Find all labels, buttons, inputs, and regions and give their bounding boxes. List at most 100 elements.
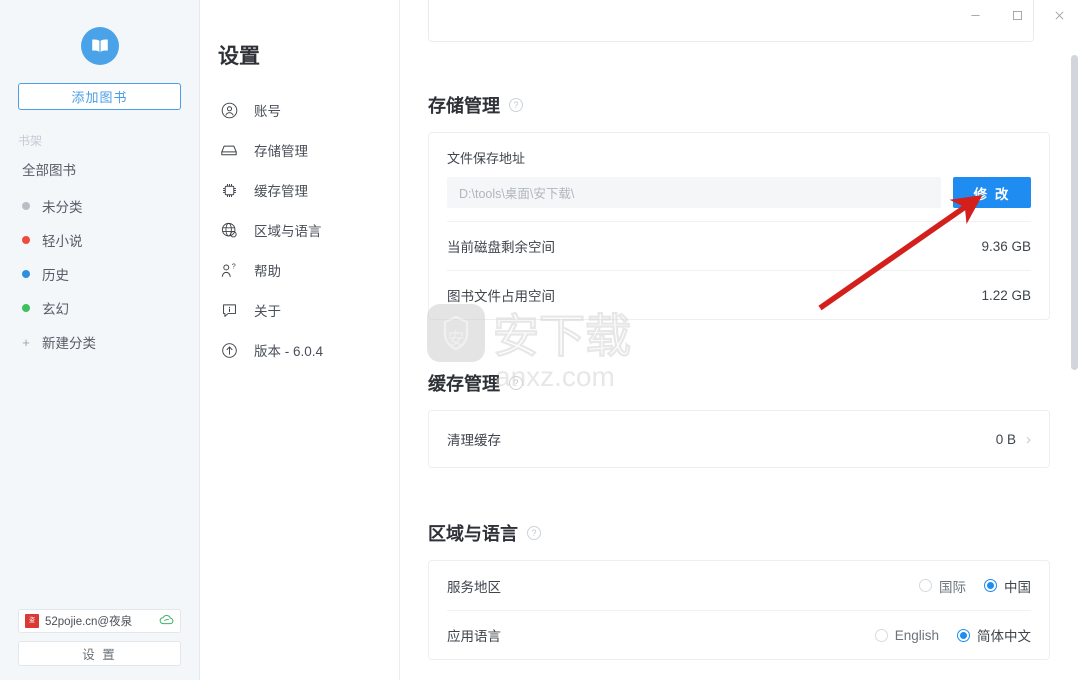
scrollbar-thumb[interactable] — [1071, 55, 1078, 370]
sidebar-item-all-books[interactable]: 全部图书 — [22, 159, 199, 179]
settings-nav-item-about[interactable]: 关于 — [218, 290, 399, 330]
app-language-option-english[interactable]: English — [874, 627, 939, 643]
plus-icon: + — [22, 334, 30, 350]
modify-path-button[interactable]: 修 改 — [953, 177, 1031, 208]
settings-nav-label: 账号 — [254, 104, 281, 119]
chevron-right-icon: › — [1026, 430, 1031, 448]
row-label: 当前磁盘剩余空间 — [447, 240, 555, 255]
category-label: 轻小说 — [42, 234, 83, 249]
update-arrow-icon — [218, 339, 240, 361]
row-label: 清理缓存 — [447, 433, 501, 448]
settings-nav-item-storage[interactable]: 存储管理 — [218, 130, 399, 170]
app-language-row: 应用语言 English 简体中文 — [447, 610, 1031, 659]
globe-icon — [218, 219, 240, 241]
sidebar-footer: 盗 52pojie.cn@夜泉 设 置 — [0, 609, 199, 680]
storage-section-title: 存储管理 — [428, 96, 500, 116]
sidebar-item-fantasy[interactable]: 玄幻 — [0, 291, 199, 325]
settings-nav-label: 缓存管理 — [254, 184, 308, 199]
file-path-label: 文件保存地址 — [447, 151, 526, 166]
close-icon[interactable] — [1038, 0, 1080, 30]
radio-label: 国际 — [939, 579, 966, 595]
category-label: 历史 — [42, 268, 69, 283]
app-language-options: English 简体中文 — [874, 625, 1031, 645]
settings-button-label: 设 置 — [82, 648, 117, 662]
service-region-row: 服务地区 国际 中国 — [447, 561, 1031, 610]
maximize-icon[interactable] — [996, 0, 1038, 30]
service-region-options: 国际 中国 — [919, 576, 1031, 596]
category-label: 未分类 — [42, 200, 83, 215]
question-circle-icon[interactable]: ? — [527, 526, 541, 540]
sidebar-item-history[interactable]: 历史 — [0, 257, 199, 291]
settings-content: 存储管理 ? 文件保存地址 修 改 当前磁盘剩余空间 9.36 GB 图书文件占… — [400, 0, 1080, 680]
settings-nav-label: 帮助 — [254, 264, 281, 279]
account-name: 52pojie.cn@夜泉 — [45, 616, 133, 628]
settings-nav-item-version[interactable]: 版本 - 6.0.4 — [218, 330, 399, 370]
radio-label: English — [894, 627, 939, 643]
settings-nav-label: 关于 — [254, 304, 281, 319]
radio-icon-selected — [957, 628, 970, 642]
settings-nav-label: 区域与语言 — [254, 224, 322, 239]
settings-panel-title: 设置 — [218, 45, 260, 68]
clear-cache-value-group: 0 B › — [996, 431, 1031, 448]
account-row[interactable]: 盗 52pojie.cn@夜泉 — [18, 609, 181, 633]
app-window: 添加图书 书架 全部图书 未分类 轻小说 历史 玄幻 + 新建分类 盗 52po… — [0, 0, 1080, 680]
hard-drive-icon — [218, 139, 240, 161]
settings-button[interactable]: 设 置 — [18, 641, 181, 666]
category-color-dot — [22, 304, 30, 312]
user-circle-icon — [218, 99, 240, 121]
info-box-icon — [218, 299, 240, 321]
service-region-option-international[interactable]: 国际 — [919, 576, 966, 596]
row-value: 0 B — [995, 431, 1016, 447]
radio-icon-selected — [984, 579, 997, 592]
file-path-block: 文件保存地址 修 改 — [447, 133, 1031, 221]
storage-card: 文件保存地址 修 改 当前磁盘剩余空间 9.36 GB 图书文件占用空间 1.2… — [428, 132, 1050, 320]
radio-label: 中国 — [1004, 579, 1031, 595]
cache-section-title: 缓存管理 — [428, 374, 500, 394]
clear-cache-row[interactable]: 清理缓存 0 B › — [447, 411, 1031, 467]
sidebar-item-uncategorized[interactable]: 未分类 — [0, 189, 199, 223]
settings-nav-item-region[interactable]: 区域与语言 — [218, 210, 399, 250]
new-category-label: 新建分类 — [42, 336, 96, 351]
all-books-label: 全部图书 — [22, 163, 76, 178]
user-question-icon: ? — [218, 259, 240, 281]
library-sidebar: 添加图书 书架 全部图书 未分类 轻小说 历史 玄幻 + 新建分类 盗 52po… — [0, 0, 200, 680]
cache-section-header: 缓存管理 ? — [428, 370, 1050, 396]
settings-nav-label: 存储管理 — [254, 144, 308, 159]
sidebar-item-light-novel[interactable]: 轻小说 — [0, 223, 199, 257]
shelf-section-label: 书架 — [18, 134, 43, 148]
settings-nav-item-cache[interactable]: 缓存管理 — [218, 170, 399, 210]
seal-avatar-icon: 盗 — [25, 614, 39, 628]
row-label: 图书文件占用空间 — [447, 289, 555, 304]
disk-free-space-row: 当前磁盘剩余空间 9.36 GB — [447, 221, 1031, 270]
settings-nav-item-help[interactable]: ? 帮助 — [218, 250, 399, 290]
storage-section-header: 存储管理 ? — [428, 92, 1050, 118]
row-value: 1.22 GB — [981, 287, 1031, 303]
settings-nav-list: 账号 存储管理 缓存管理 区域与语言 ? 帮助 关于 版本 - 6.0.4 — [218, 90, 399, 370]
radio-icon — [919, 579, 932, 592]
file-path-input[interactable] — [447, 177, 941, 208]
region-card: 服务地区 国际 中国 应用语言 English 简体中文 — [428, 560, 1050, 660]
row-value: 9.36 GB — [981, 238, 1031, 254]
file-path-row: 修 改 — [447, 177, 1031, 208]
settings-nav-panel: 设置 账号 存储管理 缓存管理 区域与语言 ? 帮助 关于 版本 - 6.0.4 — [200, 0, 400, 680]
sidebar-item-new-category[interactable]: + 新建分类 — [0, 325, 199, 359]
row-label: 应用语言 — [447, 629, 501, 644]
settings-nav-item-account[interactable]: 账号 — [218, 90, 399, 130]
settings-nav-label: 版本 - 6.0.4 — [254, 344, 324, 359]
service-region-option-china[interactable]: 中国 — [984, 576, 1031, 596]
radio-label: 简体中文 — [977, 629, 1031, 644]
category-label: 玄幻 — [42, 302, 69, 317]
add-book-button[interactable]: 添加图书 — [18, 83, 181, 110]
window-controls — [950, 0, 1080, 30]
cloud-sync-icon[interactable] — [159, 612, 174, 630]
question-circle-icon[interactable]: ? — [509, 98, 523, 112]
region-section-title: 区域与语言 — [428, 524, 518, 544]
scrolled-card-above — [428, 0, 1034, 42]
question-circle-icon[interactable]: ? — [509, 376, 523, 390]
app-language-option-simplified-chinese[interactable]: 简体中文 — [957, 625, 1031, 645]
chip-icon — [218, 179, 240, 201]
category-color-dot — [22, 236, 30, 244]
radio-icon — [874, 628, 888, 642]
add-book-label: 添加图书 — [71, 90, 128, 105]
minimize-icon[interactable] — [954, 0, 996, 30]
